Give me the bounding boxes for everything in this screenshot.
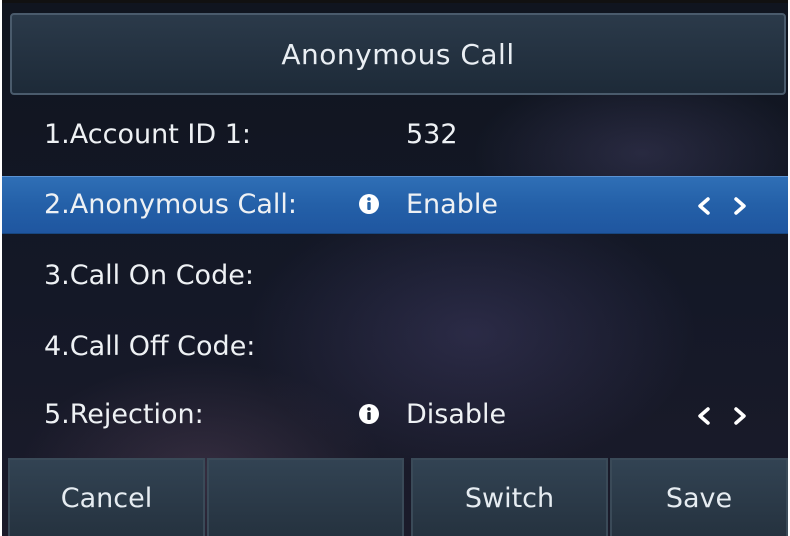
anonymous-call-value: Enable xyxy=(406,189,498,220)
title-bar: Anonymous Call xyxy=(10,13,786,95)
account-id-label: 1.Account ID 1: xyxy=(44,119,251,150)
chevron-left-icon xyxy=(698,197,710,215)
value-switch-arrows[interactable] xyxy=(692,402,752,430)
anonymous-call-label: 2.Anonymous Call: xyxy=(44,189,298,220)
cancel-button[interactable]: Cancel xyxy=(8,458,205,536)
value-switch-arrows[interactable] xyxy=(692,192,752,220)
chevron-left-icon xyxy=(698,407,710,425)
chevron-right-icon xyxy=(734,407,746,425)
chevron-right-icon xyxy=(734,197,746,215)
call-off-code-label: 4.Call Off Code: xyxy=(44,331,256,362)
phone-screen: Anonymous Call 1.Account ID 1: 532 2.Ano… xyxy=(2,0,788,536)
switch-button[interactable]: Switch xyxy=(411,458,608,536)
list-item-account-id[interactable]: 1.Account ID 1: 532 xyxy=(2,107,788,165)
list-item-call-off-code[interactable]: 4.Call Off Code: xyxy=(2,319,788,377)
info-icon[interactable] xyxy=(358,193,380,215)
rejection-label: 5.Rejection: xyxy=(44,399,204,430)
save-button-label: Save xyxy=(665,482,733,514)
switch-button-label: Switch xyxy=(464,482,555,514)
softkey-bar: Cancel Switch Save xyxy=(2,458,788,536)
list-item-call-on-code[interactable]: 3.Call On Code: xyxy=(2,248,788,306)
call-on-code-label: 3.Call On Code: xyxy=(44,260,254,291)
empty-softkey[interactable] xyxy=(207,458,404,536)
list-item-anonymous-call[interactable]: 2.Anonymous Call: Enable xyxy=(2,176,788,234)
page-title: Anonymous Call xyxy=(281,37,515,71)
save-button[interactable]: Save xyxy=(610,458,788,536)
list-item-rejection[interactable]: 5.Rejection: Disable xyxy=(2,387,788,445)
info-icon[interactable] xyxy=(358,403,380,425)
account-id-value: 532 xyxy=(406,119,458,150)
rejection-value: Disable xyxy=(406,399,507,430)
cancel-button-label: Cancel xyxy=(60,482,153,514)
